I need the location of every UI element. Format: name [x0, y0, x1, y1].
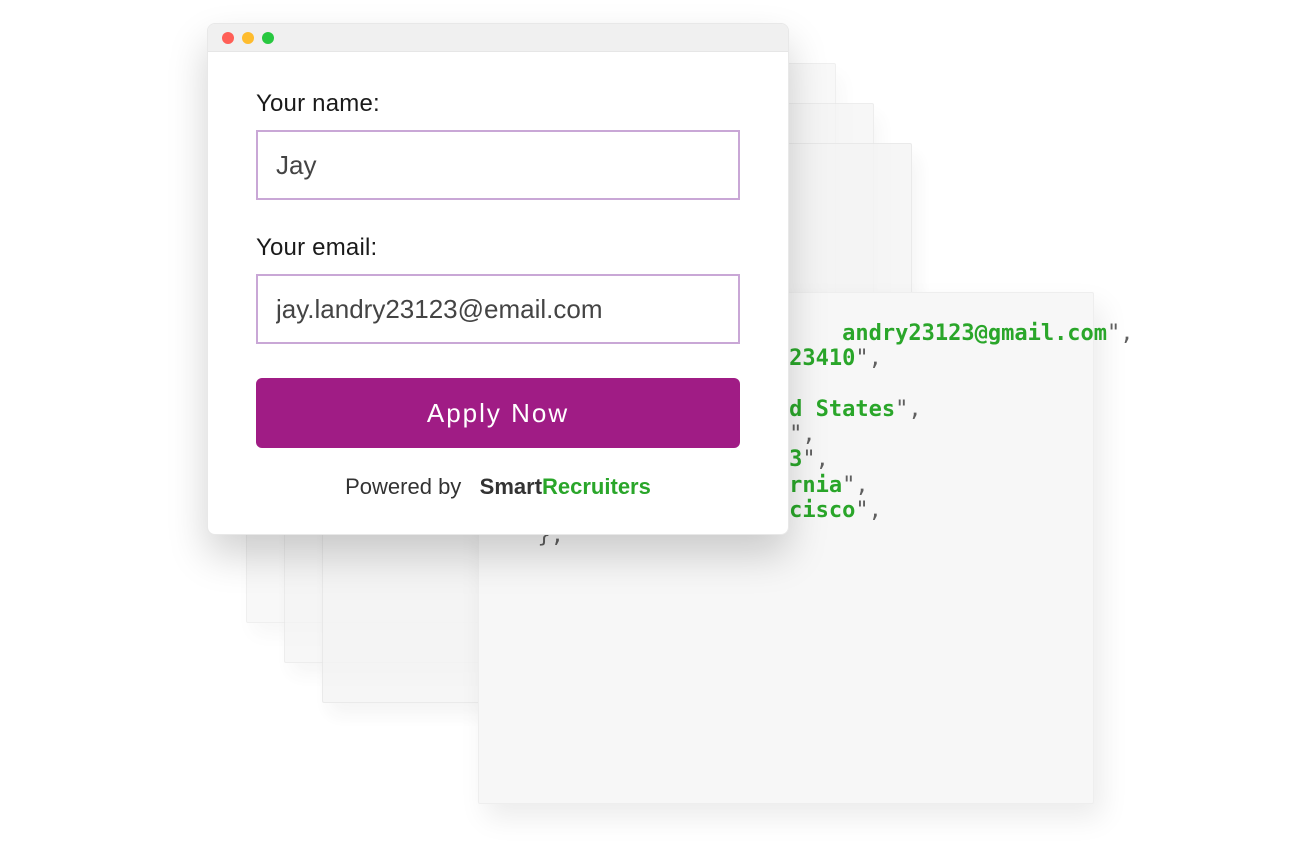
close-icon[interactable] [222, 32, 234, 44]
email-input[interactable] [256, 274, 740, 344]
minimize-icon[interactable] [242, 32, 254, 44]
zoom-icon[interactable] [262, 32, 274, 44]
powered-by-line: Powered by SmartRecruiters [256, 474, 740, 500]
powered-by-text: Powered by [345, 474, 461, 499]
brand-logo: SmartRecruiters [480, 474, 651, 499]
application-form-window: Your name: Your email: Apply Now Powered… [207, 23, 789, 535]
email-label: Your email: [256, 234, 740, 262]
window-titlebar [208, 24, 788, 52]
apply-now-button[interactable]: Apply Now [256, 378, 740, 448]
name-label: Your name: [256, 90, 740, 118]
name-input[interactable] [256, 130, 740, 200]
